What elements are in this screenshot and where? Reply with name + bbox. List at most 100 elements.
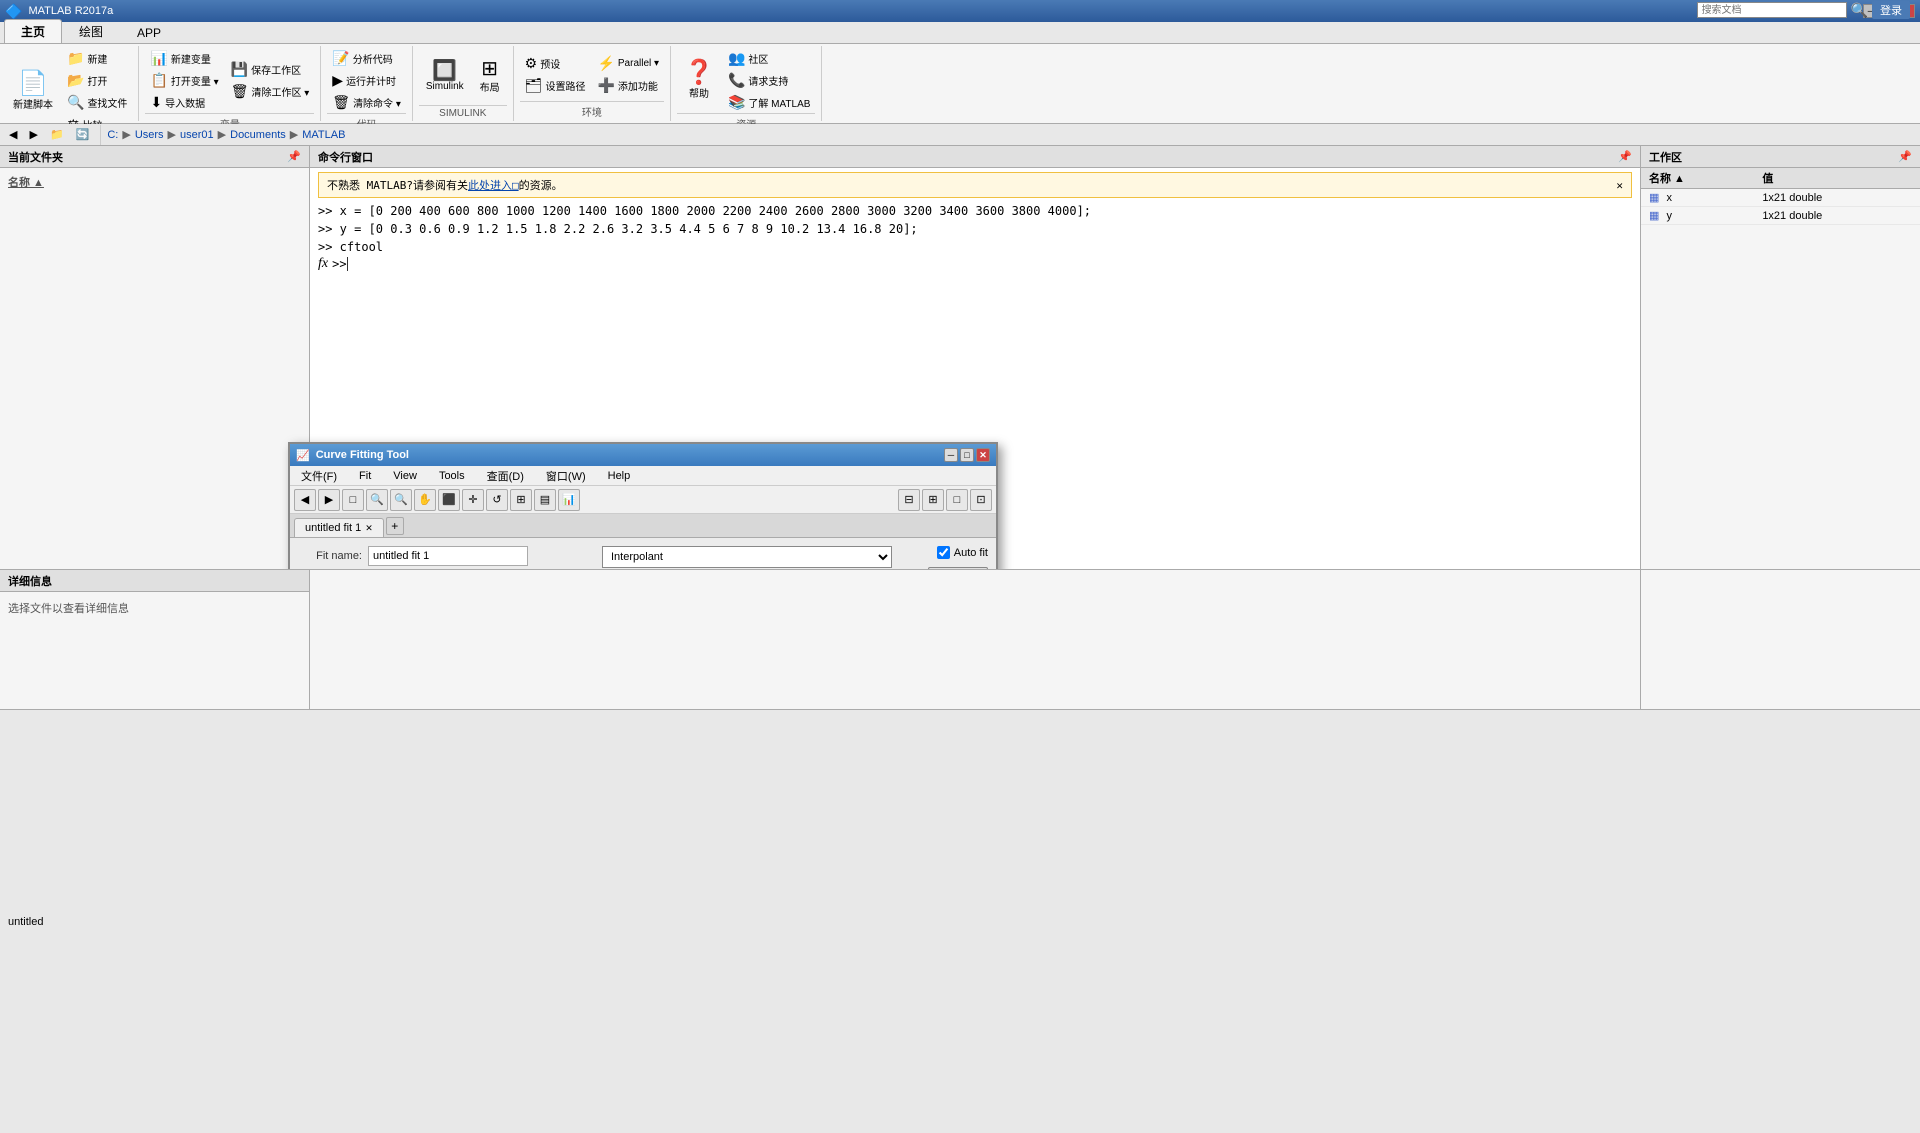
cft-tb-pan[interactable]: ✋ (414, 489, 436, 511)
prefs-btn[interactable]: ⚙预设 (520, 53, 591, 74)
cft-toolbar-left: ◀ ▶ □ 🔍 🔍 ✋ ⬛ ✛ ↺ ⊞ ▤ 📊 (294, 489, 580, 511)
ws-row-x[interactable]: ▦ x 1x21 double (1641, 189, 1920, 207)
cft-tb-full[interactable]: ⊡ (970, 489, 992, 511)
left-panel: 当前文件夹 📌 名称 ▲ (0, 146, 310, 569)
cft-main: Fit name: X data: (none) Y data: (290, 538, 996, 569)
bc-user01[interactable]: user01 (180, 129, 214, 141)
learn-matlab-btn[interactable]: 📚了解 MATLAB (723, 92, 815, 113)
bc-users[interactable]: Users (135, 129, 164, 141)
support-btn[interactable]: 📞请求支持 (723, 70, 815, 91)
cft-tab-untitled[interactable]: untitled fit 1 ✕ (294, 518, 384, 537)
cft-menu-fit[interactable]: Fit (352, 467, 378, 485)
simulink-btn[interactable]: 🔲 Simulink (419, 58, 471, 95)
fit-name-input[interactable] (368, 546, 528, 566)
panel-pin-icon[interactable]: 📌 (287, 150, 301, 163)
bc-documents[interactable]: Documents (230, 129, 286, 141)
fit-name-label: Fit name: (298, 550, 368, 562)
ws-col-name[interactable]: 名称 ▲ (1641, 168, 1754, 189)
cft-tb-select[interactable]: ⬛ (438, 489, 460, 511)
help-btn[interactable]: ❓ 帮助 (677, 58, 721, 103)
cft-tb-split-h[interactable]: ⊟ (898, 489, 920, 511)
cft-tb-crosshair[interactable]: ✛ (462, 489, 484, 511)
cft-menu-window[interactable]: 窗口(W) (539, 465, 593, 487)
find-files-btn[interactable]: 🔍查找文件 (62, 92, 132, 113)
cmd-notice: 不熟悉 MATLAB?请参阅有关此处进入□的资源。 ✕ (318, 172, 1632, 198)
cft-tab-close[interactable]: ✕ (365, 523, 373, 534)
ws-col-value[interactable]: 值 (1754, 168, 1920, 189)
workspace-table: 名称 ▲ 值 ▦ x 1x21 double (1641, 168, 1920, 225)
run-time-btn[interactable]: ▶运行并计时 (327, 70, 406, 91)
cft-tb-single[interactable]: □ (946, 489, 968, 511)
new-var-btn[interactable]: 📊新建变量 (145, 48, 223, 69)
cft-tb-open[interactable]: □ (342, 489, 364, 511)
back-btn[interactable]: ◀ (4, 126, 22, 143)
autofit-row: Auto fit (937, 546, 988, 559)
login-btn[interactable]: 登录 (1872, 1, 1910, 19)
save-workspace-btn[interactable]: 💾保存工作区 (226, 59, 315, 80)
search-input[interactable] (1697, 2, 1847, 18)
clear-cmd-btn[interactable]: 🗑清除命令 ▾ (327, 92, 406, 113)
prompt-symbol: >> (332, 257, 346, 271)
ws-row-y[interactable]: ▦ y 1x21 double (1641, 207, 1920, 225)
current-folder-content: 名称 ▲ (0, 168, 309, 569)
tab-plot[interactable]: 绘图 (62, 19, 120, 43)
workspace-pin-icon[interactable]: 📌 (1898, 150, 1912, 163)
open-btn[interactable]: 📂打开 (62, 70, 132, 91)
cft-menu-file[interactable]: 文件(F) (294, 465, 344, 487)
cmd-line-2: >> y = [0 0.3 0.6 0.9 1.2 1.5 1.8 2.2 2.… (318, 220, 1632, 238)
tab-home[interactable]: 主页 (4, 19, 62, 43)
cft-menu-display[interactable]: 查面(D) (480, 465, 531, 487)
set-path-btn[interactable]: 🗂设置路径 (520, 75, 591, 96)
cmd-notice-link[interactable]: 此处进入□ (468, 179, 519, 192)
autofit-checkbox[interactable] (937, 546, 950, 559)
cft-menu-view[interactable]: View (386, 467, 424, 485)
ws-y-icon: ▦ (1649, 210, 1659, 222)
bc-c[interactable]: C: (107, 129, 118, 141)
cmd-notice-close[interactable]: ✕ (1616, 179, 1623, 192)
cft-menu-tools[interactable]: Tools (432, 467, 472, 485)
cft-close-btn[interactable]: ✕ (976, 448, 990, 462)
cmd-line-3: >> cftool (318, 238, 1632, 256)
clear-workspace-btn[interactable]: 🗑清除工作区 ▾ (226, 81, 315, 102)
open-var-btn[interactable]: 📋打开变量 ▾ (145, 70, 223, 91)
analyze-code-btn[interactable]: 📝分析代码 (327, 48, 406, 69)
ws-cell-y-name: ▦ y (1641, 207, 1754, 225)
cft-tb-grid[interactable]: ⊞ (510, 489, 532, 511)
new-btn[interactable]: 📁新建 (62, 48, 132, 69)
forward-btn[interactable]: ▶ (24, 126, 42, 143)
detail-title: 详细信息 (8, 573, 52, 589)
search-icon[interactable]: 🔍 (1851, 2, 1868, 19)
bc-matlab[interactable]: MATLAB (302, 129, 345, 141)
status-bar: untitled (0, 709, 1920, 1133)
refresh-btn[interactable]: 🔄 (71, 126, 95, 143)
ribbon: 📄 新建脚本 📁新建 📂打开 🔍查找文件 ⚖比较 文件 📊新建变量 📋打开变量 … (0, 44, 1920, 124)
community-btn[interactable]: 👥社区 (723, 48, 815, 69)
tab-app[interactable]: APP (120, 22, 178, 43)
browse-btn[interactable]: 📁 (45, 126, 69, 143)
cmd-pin-icon[interactable]: 📌 (1618, 150, 1632, 163)
cft-tb-layout1[interactable]: ▤ (534, 489, 556, 511)
cft-tb-back[interactable]: ◀ (294, 489, 316, 511)
import-btn[interactable]: ⬇导入数据 (145, 92, 223, 113)
layout-btn[interactable]: ⊞ 布局 (473, 56, 507, 97)
fit-button[interactable]: Fit (928, 567, 988, 569)
cft-menu-help[interactable]: Help (601, 467, 638, 485)
cft-tb-forward[interactable]: ▶ (318, 489, 340, 511)
cft-minimize-btn[interactable]: ─ (944, 448, 958, 462)
cft-tab-add[interactable]: + (386, 517, 404, 535)
cft-tb-rotate[interactable]: ↺ (486, 489, 508, 511)
new-script-btn[interactable]: 📄 新建脚本 (6, 69, 60, 114)
ribbon-group-simulink: 🔲 Simulink ⊞ 布局 SIMULINK (413, 46, 514, 121)
cft-tb-zoom-in[interactable]: 🔍 (366, 489, 388, 511)
add-ons-btn[interactable]: ➕添加功能 (592, 75, 664, 96)
cft-tab-label: untitled fit 1 (305, 522, 361, 534)
cft-tb-plot[interactable]: 📊 (558, 489, 580, 511)
cft-tb-zoom-out[interactable]: 🔍 (390, 489, 412, 511)
folder-col-header[interactable]: 名称 ▲ (4, 172, 305, 192)
ws-cell-x-name: ▦ x (1641, 189, 1754, 207)
cft-tb-split-v[interactable]: ⊞ (922, 489, 944, 511)
bottom-center (310, 569, 1640, 709)
cft-maximize-btn[interactable]: □ (960, 448, 974, 462)
fit-type-select[interactable]: Interpolant (602, 546, 892, 568)
parallel-btn[interactable]: ⚡Parallel ▾ (592, 53, 664, 74)
